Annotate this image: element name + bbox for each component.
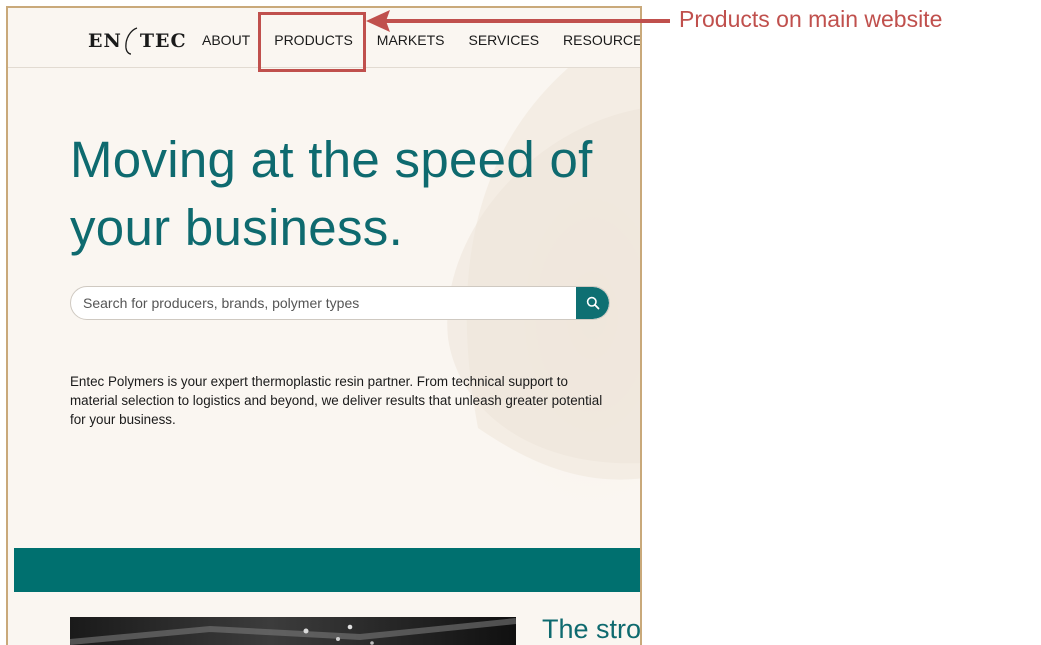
logo-text-right: TEC (139, 30, 187, 52)
search-button[interactable] (576, 287, 609, 319)
entec-logo-mark-icon (125, 27, 138, 55)
annotation-label: Products on main website (679, 6, 943, 32)
entec-website: EN TEC ABOUT PRODUCTS MARKETS SERVICES R… (6, 6, 642, 645)
screenshot-stage: EN TEC ABOUT PRODUCTS MARKETS SERVICES R… (0, 0, 1041, 645)
logo-text-left: EN (88, 30, 122, 52)
feature-heading: The stro (542, 614, 642, 644)
search-input[interactable] (71, 287, 571, 319)
products-highlight-box (258, 12, 366, 72)
teal-section-band (14, 548, 640, 592)
feature-image (70, 617, 516, 645)
hero-headline: Moving at the speed of your business. (70, 131, 593, 256)
intro-paragraph: Entec Polymers is your expert thermoplas… (70, 374, 603, 427)
nav-item-about[interactable]: ABOUT (202, 32, 250, 48)
entec-logo[interactable]: EN TEC (88, 26, 187, 56)
callout-arrow-icon (366, 10, 670, 32)
search-icon (586, 296, 599, 310)
search-bar (70, 286, 610, 320)
